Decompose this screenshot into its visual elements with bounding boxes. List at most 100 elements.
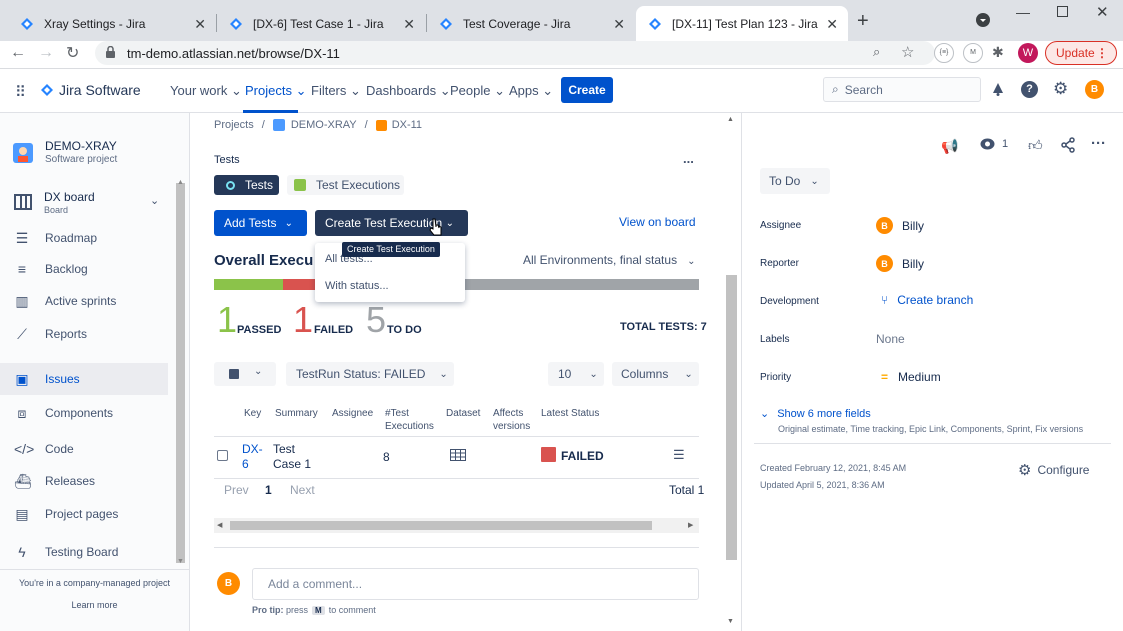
profile-avatar[interactable]: W: [1018, 43, 1038, 63]
back-icon[interactable]: ←: [10, 44, 26, 62]
more-options-icon[interactable]: ···: [1091, 135, 1106, 152]
nav-projects[interactable]: Projects ⌄: [245, 83, 306, 99]
dataset-table-icon[interactable]: [450, 449, 466, 464]
columns-dropdown[interactable]: Columns⌄: [612, 362, 699, 386]
close-tab-icon[interactable]: ✕: [613, 16, 625, 33]
scroll-right-icon[interactable]: ▶: [688, 521, 693, 529]
row-checkbox[interactable]: [217, 450, 228, 461]
chevron-down-icon[interactable]: ⌄: [150, 194, 159, 207]
extension-icon[interactable]: M: [963, 43, 983, 63]
column-header-summary[interactable]: Summary: [275, 407, 318, 420]
sidebar-item-issues[interactable]: ▣Issues: [0, 363, 168, 395]
view-on-board-link[interactable]: View on board: [619, 215, 696, 229]
breadcrumb-project[interactable]: DEMO-XRAY: [291, 119, 357, 131]
row-details-list-icon[interactable]: ☰: [673, 447, 685, 463]
column-header-executions[interactable]: #Test Executions: [385, 407, 433, 433]
scroll-down-icon[interactable]: ▼: [177, 558, 184, 565]
column-header-latest-status[interactable]: Latest Status: [541, 407, 599, 420]
sidebar-item-testing-board[interactable]: ϟTesting Board: [0, 536, 168, 568]
sidebar-item-releases[interactable]: ⛴Releases: [0, 465, 168, 497]
sidebar-item-roadmap[interactable]: ☰Roadmap: [0, 222, 168, 254]
column-header-dataset[interactable]: Dataset: [446, 407, 480, 420]
close-window-icon[interactable]: ✕: [1096, 3, 1109, 21]
nav-people[interactable]: People ⌄: [450, 83, 505, 99]
sidebar-scrollbar[interactable]: [176, 183, 185, 563]
learn-more-link[interactable]: Learn more: [0, 600, 189, 610]
search-input[interactable]: ⌕ Search: [823, 77, 981, 102]
close-tab-icon[interactable]: ✕: [826, 16, 838, 33]
settings-gear-icon[interactable]: ⚙: [1053, 79, 1068, 99]
project-name[interactable]: DEMO-XRAY: [45, 139, 117, 153]
add-tests-button[interactable]: Add Tests ⌄: [214, 210, 307, 236]
sidebar-item-reports[interactable]: ⟋Reports: [0, 318, 168, 350]
browser-tab-test-coverage[interactable]: Test Coverage - Jira ✕: [427, 6, 635, 41]
create-test-execution-button[interactable]: Create Test Execution ⌄: [315, 210, 468, 236]
field-value-reporter[interactable]: BBilly: [876, 255, 924, 272]
close-tab-icon[interactable]: ✕: [403, 16, 415, 33]
scrollbar-thumb[interactable]: [230, 521, 652, 530]
nav-your-work[interactable]: Your work ⌄: [170, 83, 242, 99]
tab-test-executions[interactable]: Test Executions: [287, 175, 404, 195]
puzzle-extensions-icon[interactable]: ✱: [992, 44, 1004, 61]
create-button[interactable]: Create: [561, 77, 613, 103]
reload-icon[interactable]: ↻: [66, 43, 79, 63]
scroll-up-icon[interactable]: ▲: [177, 179, 184, 186]
main-scrollbar[interactable]: [726, 275, 737, 560]
sidebar-item-active-sprints[interactable]: ▥Active sprints: [0, 285, 168, 317]
column-header-assignee[interactable]: Assignee: [332, 407, 373, 420]
app-switcher-icon[interactable]: ⠿: [15, 83, 25, 101]
watch-button[interactable]: 1: [980, 138, 1008, 150]
scroll-down-icon[interactable]: ▼: [727, 618, 734, 625]
breadcrumb-issue-key[interactable]: DX-11: [392, 119, 422, 131]
table-horizontal-scrollbar[interactable]: ◀ ▶: [214, 518, 699, 533]
pagination-prev[interactable]: Prev: [224, 483, 249, 497]
column-header-affects-versions[interactable]: Affects versions: [493, 407, 533, 433]
update-button[interactable]: Update⋮: [1045, 41, 1117, 65]
browser-tab-xray-settings[interactable]: Xray Settings - Jira ✕: [8, 6, 216, 41]
board-name[interactable]: DX board: [44, 190, 95, 204]
breadcrumb-projects[interactable]: Projects: [214, 119, 254, 131]
pagination-page[interactable]: 1: [265, 483, 272, 497]
maximize-icon[interactable]: [1057, 6, 1068, 17]
scroll-up-icon[interactable]: ▲: [727, 116, 734, 123]
bulk-select-dropdown[interactable]: ⌄: [214, 362, 276, 386]
minimize-icon[interactable]: —: [1016, 4, 1030, 20]
configure-button[interactable]: ⚙Configure: [1018, 461, 1089, 479]
extension-icon[interactable]: {≡}: [934, 43, 954, 63]
sidebar-item-project-pages[interactable]: ▤Project pages: [0, 498, 168, 530]
show-more-fields-button[interactable]: ⌄Show 6 more fields: [760, 407, 871, 420]
close-tab-icon[interactable]: ✕: [194, 16, 206, 33]
page-size-select[interactable]: 10⌄: [548, 362, 604, 386]
table-row[interactable]: DX-6 Test Case 1 8 FAILED ☰: [214, 438, 699, 478]
pagination-next[interactable]: Next: [290, 483, 315, 497]
more-actions-icon[interactable]: ...: [683, 151, 694, 166]
browser-tab-test-plan[interactable]: [DX-11] Test Plan 123 - Jira ✕: [636, 6, 848, 41]
tab-search-icon[interactable]: [976, 13, 990, 27]
environment-filter[interactable]: All Environments, final status⌄: [523, 253, 695, 267]
column-header-key[interactable]: Key: [244, 407, 261, 420]
like-thumbs-up-icon[interactable]: 👍︎: [1028, 137, 1043, 154]
sidebar-item-components[interactable]: ⧈Components: [0, 397, 168, 429]
nav-dashboards[interactable]: Dashboards ⌄: [366, 83, 451, 99]
zoom-icon[interactable]: ⌕: [873, 44, 880, 60]
nav-apps[interactable]: Apps ⌄: [509, 83, 553, 99]
notifications-icon[interactable]: [990, 81, 1006, 101]
comment-input[interactable]: Add a comment...: [252, 568, 699, 600]
bookmark-star-icon[interactable]: ☆: [901, 43, 914, 61]
field-value-labels[interactable]: None: [876, 332, 905, 346]
browser-tab-test-case[interactable]: [DX-6] Test Case 1 - Jira ✕: [217, 6, 425, 41]
share-icon[interactable]: [1060, 137, 1076, 156]
field-value-priority[interactable]: =Medium: [876, 370, 941, 384]
help-icon[interactable]: ?: [1021, 81, 1038, 98]
forward-icon[interactable]: →: [38, 44, 54, 62]
status-dropdown[interactable]: To Do⌄: [760, 168, 830, 194]
tab-tests[interactable]: Tests: [214, 175, 279, 195]
status-filter-dropdown[interactable]: TestRun Status: FAILED⌄: [286, 362, 454, 386]
scroll-left-icon[interactable]: ◀: [217, 521, 222, 529]
jira-logo[interactable]: Jira Software: [40, 82, 141, 98]
sidebar-item-code[interactable]: </>Code: [0, 433, 168, 465]
field-value-assignee[interactable]: BBilly: [876, 217, 924, 234]
create-branch-link[interactable]: ⑂Create branch: [876, 293, 973, 307]
menu-item-with-status[interactable]: With status...: [325, 280, 389, 292]
nav-filters[interactable]: Filters ⌄: [311, 83, 361, 99]
